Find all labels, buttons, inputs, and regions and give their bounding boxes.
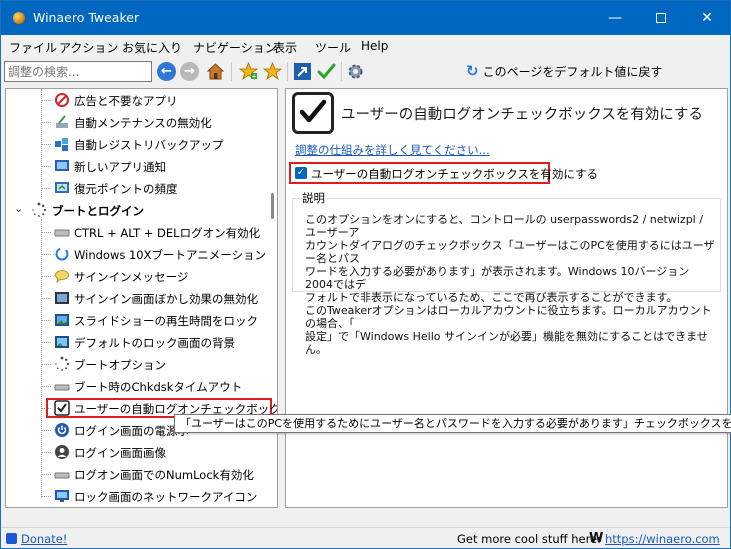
favorites-star-icon[interactable] (262, 61, 283, 81)
checkbox-large-icon (292, 92, 334, 134)
network-icon (54, 488, 70, 504)
tree-item-slideshow[interactable]: スライドショーの再生時間をロック (6, 309, 266, 331)
menu-bar: ファイル アクション お気に入り ナビゲーション 表示 ツール Help (1, 35, 730, 57)
boot-group-icon (31, 202, 47, 218)
tree-item-ctrl-alt-del[interactable]: CTRL + ALT + DELログオン有効化 (6, 221, 266, 243)
user-icon (54, 444, 70, 460)
window-title: Winaero Tweaker (33, 10, 140, 25)
tree-scrollbar[interactable] (271, 193, 274, 219)
tree-item-login-image[interactable]: ログイン画面画像 (6, 441, 266, 463)
boot-options-icon (54, 356, 70, 372)
svg-text:+: + (251, 73, 257, 81)
numlock-icon (54, 466, 70, 482)
title-bar[interactable]: Winaero Tweaker — ✕ (1, 1, 730, 35)
toolbar-separator (341, 62, 342, 81)
tree-item-numlock[interactable]: ログオン画面でのNumLock有効化 (6, 463, 266, 485)
tree-item-signin-blur[interactable]: サインイン画面ぼかし効果の無効化 (6, 287, 266, 309)
search-input[interactable] (4, 61, 152, 82)
maximize-button[interactable] (638, 1, 684, 35)
tweak-tree[interactable]: 広告と不要なアプリ 自動メンテナンスの無効化 自動レジストリバックアップ 新しい… (5, 88, 278, 508)
toolbar-separator (287, 62, 288, 81)
slideshow-icon (54, 312, 70, 328)
minimize-button[interactable]: — (592, 1, 638, 35)
tree-item-lockscreen-network[interactable]: ロック画面のネットワークアイコン (6, 485, 266, 507)
reset-defaults-label: このページをデフォルト値に戻す (482, 65, 663, 79)
toolbar-separator (231, 62, 232, 81)
tree-item-ads[interactable]: 広告と不要なアプリ (6, 89, 266, 111)
menu-action[interactable]: アクション (59, 39, 118, 56)
chevron-down-icon[interactable]: ⌄ (14, 202, 23, 215)
donate-link[interactable]: Donate! (21, 532, 67, 546)
keyboard-icon (54, 224, 70, 240)
menu-favorites[interactable]: お気に入り (122, 39, 182, 56)
app-window: Winaero Tweaker — ✕ ファイル アクション お気に入り ナビゲ… (0, 0, 731, 549)
home-icon[interactable] (206, 62, 225, 81)
check-mark-icon: ✓ (296, 167, 306, 178)
menu-view[interactable]: 表示 (273, 39, 297, 56)
chkdsk-icon (54, 378, 70, 394)
winaero-logo-icon: W (589, 531, 604, 546)
forward-arrow-icon[interactable]: → (180, 62, 199, 81)
page-title: ユーザーの自動ログオンチェックボックスを有効にする (341, 107, 703, 123)
maintenance-icon (54, 114, 70, 130)
tree-item-app-notifications[interactable]: 新しいアプリ通知 (6, 155, 266, 177)
shortcut-arrow-icon[interactable] (293, 62, 312, 81)
description-text: このオプションをオンにすると、コントロールの userpasswords2 / … (305, 213, 715, 356)
learn-more-link[interactable]: 調整の仕組みを詳しく見てください... (295, 142, 490, 158)
auto-logon-checkbox[interactable]: ✓ (295, 167, 307, 179)
close-button[interactable]: ✕ (684, 1, 730, 35)
back-arrow-icon[interactable]: ← (157, 62, 176, 81)
tree-item-default-lockscreen[interactable]: デフォルトのロック画面の背景 (6, 331, 266, 353)
donate-icon (6, 533, 17, 544)
reset-icon: ↻ (466, 62, 479, 80)
tree-item-boot-animation[interactable]: Windows 10Xブートアニメーション (6, 243, 266, 265)
blur-icon (54, 290, 70, 306)
app-logo-icon (13, 12, 25, 24)
add-favorite-icon[interactable]: + (238, 61, 259, 81)
registry-icon (54, 136, 70, 152)
no-ads-icon (54, 92, 70, 108)
checkbox-icon (54, 400, 70, 416)
menu-file[interactable]: ファイル (9, 39, 57, 56)
lockscreen-icon (54, 334, 70, 350)
message-icon (54, 268, 70, 284)
tree-group-boot-login[interactable]: ⌄ ブートとログイン (6, 199, 266, 221)
status-bar: Donate! Get more cool stuff here: W http… (1, 527, 730, 548)
power-icon (54, 422, 70, 438)
tree-item-registry-backup[interactable]: 自動レジストリバックアップ (6, 133, 266, 155)
description-title: 説明 (300, 190, 327, 206)
tree-item-tooltip: 「ユーザーはこのPCを使用するためにユーザー名とパスワードを入力する必要がありま… (174, 414, 731, 433)
reset-defaults-button[interactable]: ↻ このページをデフォルト値に戻す (466, 61, 662, 82)
tree-item-maintenance[interactable]: 自動メンテナンスの無効化 (6, 111, 266, 133)
restore-icon (54, 180, 70, 196)
tree-item-signin-message[interactable]: サインインメッセージ (6, 265, 266, 287)
winaero-site-link[interactable]: https://winaero.com (605, 532, 720, 546)
auto-logon-option[interactable]: ✓ ユーザーの自動ログオンチェックボックスを有効にする (289, 162, 598, 184)
auto-logon-option-label: ユーザーの自動ログオンチェックボックスを有効にする (311, 167, 599, 181)
boot-animation-icon (54, 246, 70, 262)
menu-help[interactable]: Help (361, 39, 388, 53)
tree-item-chkdsk-timeout[interactable]: ブート時のChkdskタイムアウト (6, 375, 266, 397)
tree-item-boot-options[interactable]: ブートオプション (6, 353, 266, 375)
toolbar: ← → + ↻このページをデフォルト値に戻す (1, 57, 730, 86)
apply-check-icon[interactable] (317, 62, 336, 81)
settings-gear-icon[interactable] (346, 62, 365, 81)
menu-navigation[interactable]: ナビゲーション (193, 39, 277, 56)
cool-stuff-text: Get more cool stuff here: (457, 532, 601, 546)
tweak-detail-panel: ユーザーの自動ログオンチェックボックスを有効にする 調整の仕組みを詳しく見てくだ… (285, 88, 728, 508)
menu-tools[interactable]: ツール (315, 39, 351, 56)
tree-item-restore-points[interactable]: 復元ポイントの頻度 (6, 177, 266, 199)
notification-icon (54, 158, 70, 174)
description-group: 説明 このオプションをオンにすると、コントロールの userpasswords2… (292, 190, 721, 356)
